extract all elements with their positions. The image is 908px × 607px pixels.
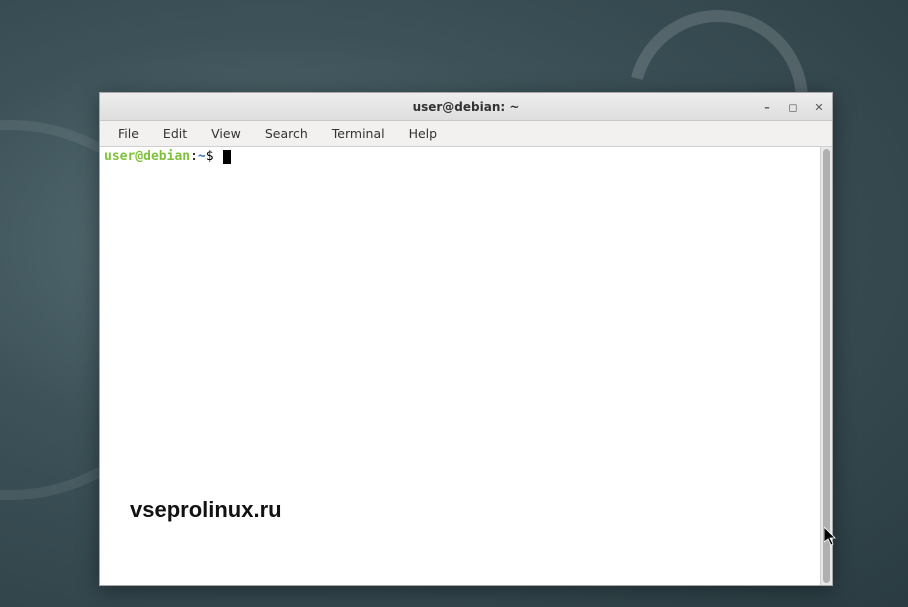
menu-search[interactable]: Search	[255, 123, 318, 144]
maximize-button[interactable]: ◻	[786, 100, 800, 114]
menu-edit[interactable]: Edit	[153, 123, 197, 144]
mouse-cursor-icon	[824, 527, 838, 547]
watermark-text: vseprolinux.ru	[130, 496, 282, 525]
terminal-window: user@debian: ~ – ◻ ✕ File Edit View Sear…	[99, 92, 833, 586]
minimize-button[interactable]: –	[760, 100, 774, 114]
terminal-cursor	[223, 150, 231, 164]
terminal-content[interactable]: user@debian:~$ vseprolinux.ru	[100, 147, 820, 585]
menubar: File Edit View Search Terminal Help	[100, 121, 832, 147]
menu-view[interactable]: View	[201, 123, 251, 144]
titlebar[interactable]: user@debian: ~ – ◻ ✕	[100, 93, 832, 121]
prompt-path: ~	[198, 149, 206, 164]
prompt-separator: :	[190, 149, 198, 164]
menu-help[interactable]: Help	[399, 123, 448, 144]
menu-file[interactable]: File	[108, 123, 149, 144]
vertical-scrollbar[interactable]	[820, 147, 832, 585]
window-controls: – ◻ ✕	[760, 93, 826, 121]
menu-terminal[interactable]: Terminal	[322, 123, 395, 144]
prompt-userhost: user@debian	[104, 149, 190, 164]
terminal-area[interactable]: user@debian:~$ vseprolinux.ru	[100, 147, 832, 585]
close-button[interactable]: ✕	[812, 100, 826, 114]
window-title: user@debian: ~	[413, 100, 520, 114]
scrollbar-thumb[interactable]	[823, 149, 830, 583]
prompt-symbol: $	[206, 149, 214, 164]
